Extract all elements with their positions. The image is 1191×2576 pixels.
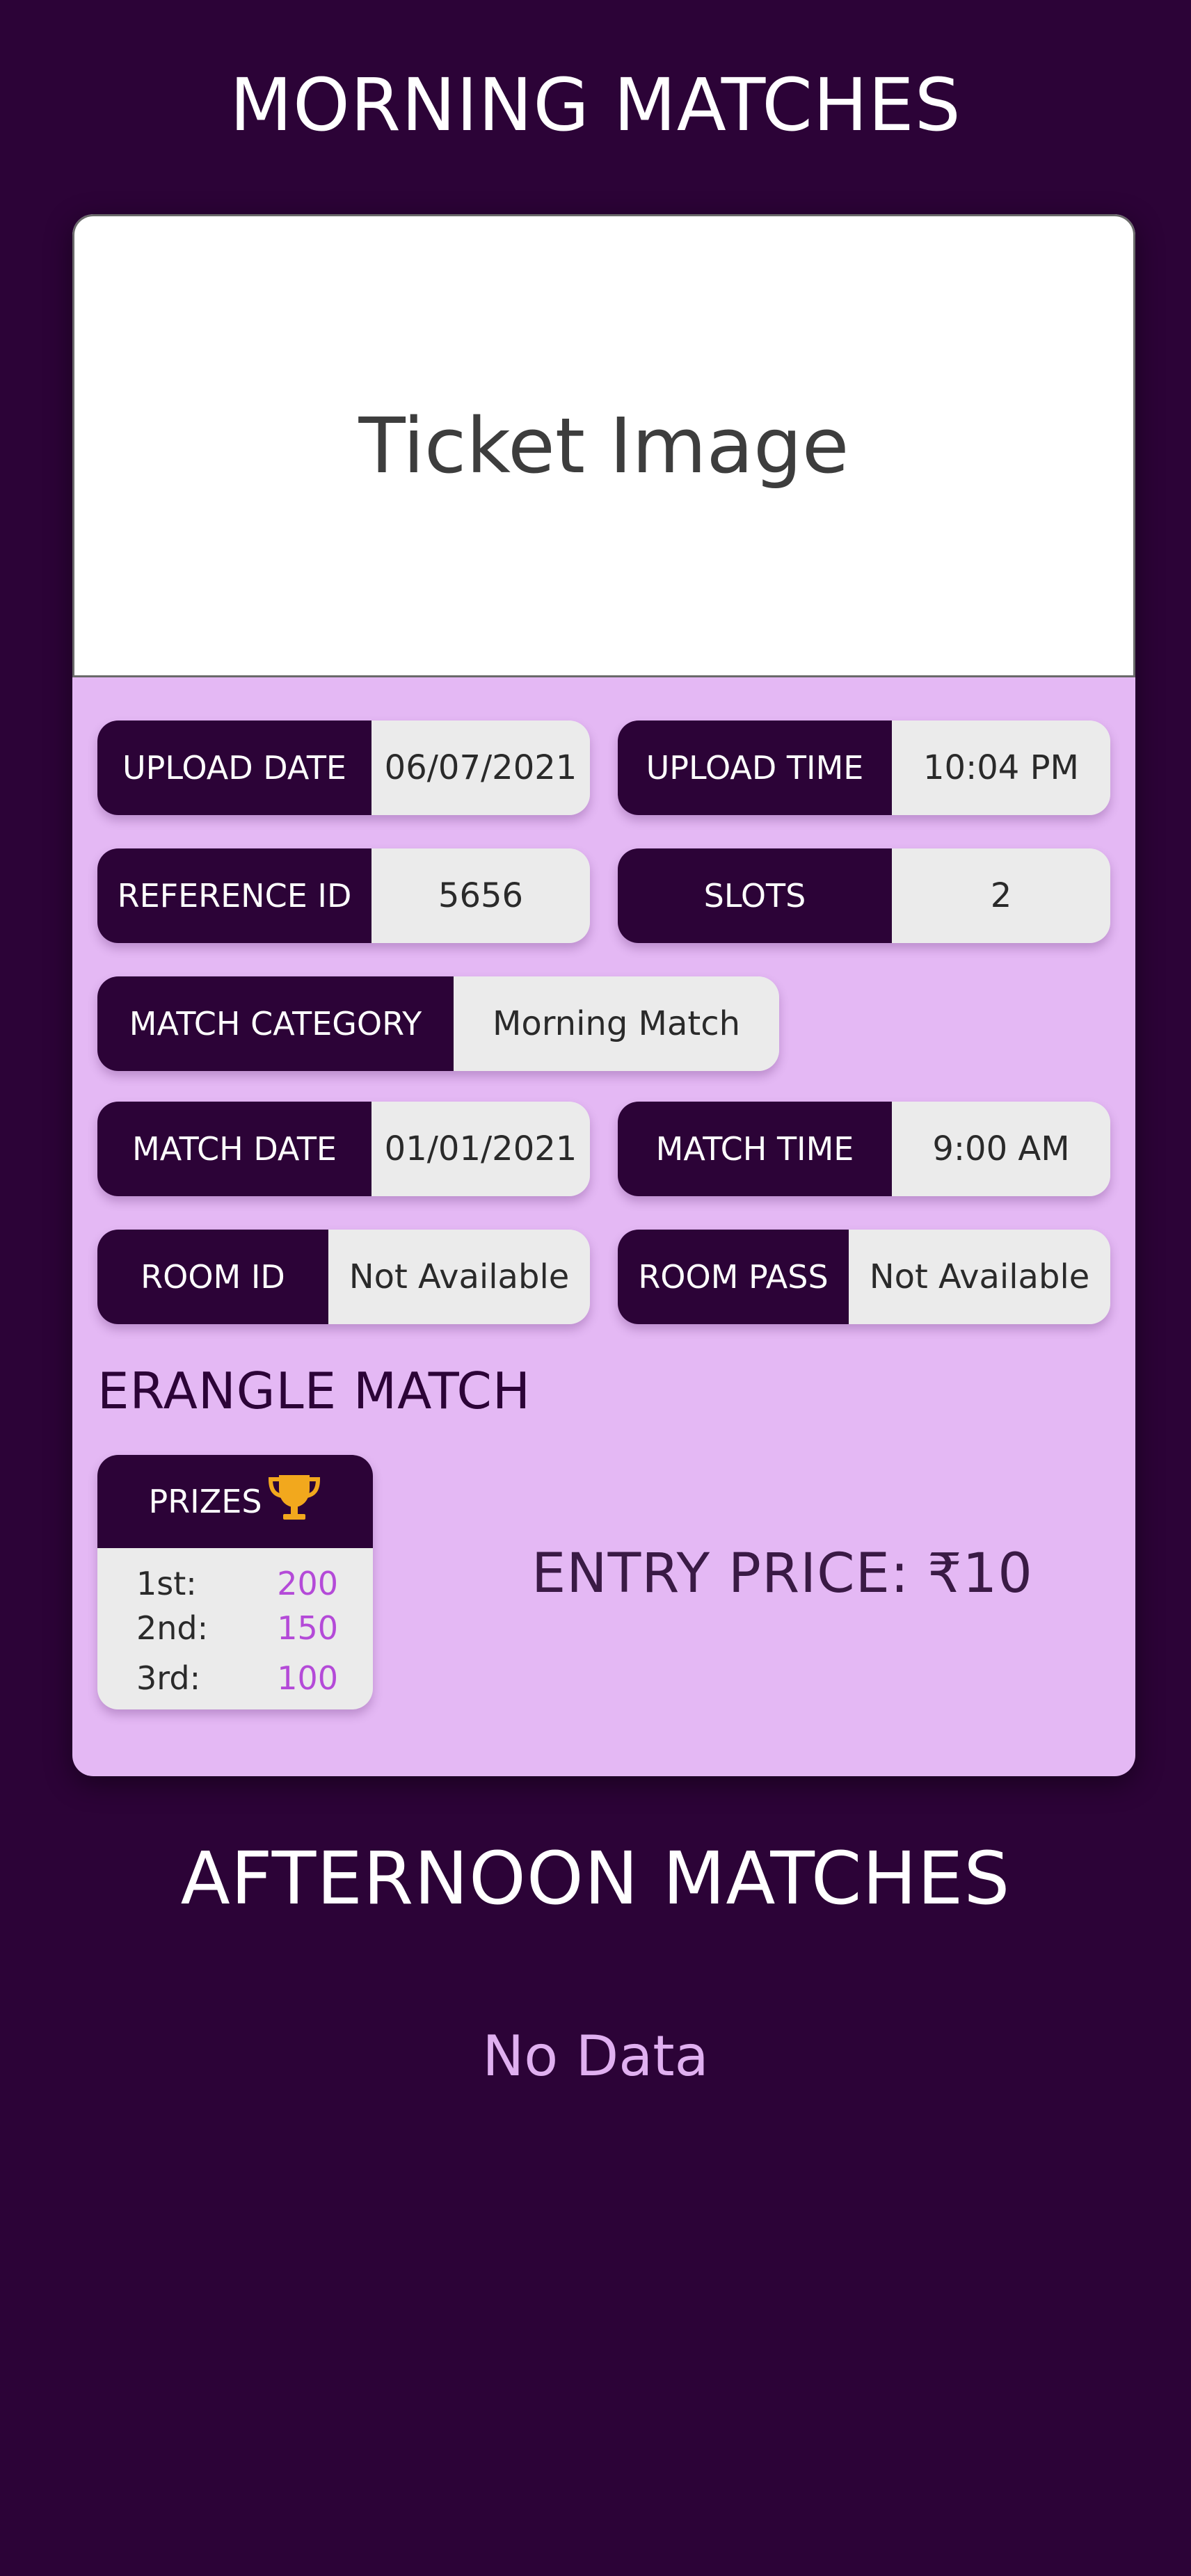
- match-category-label: MATCH CATEGORY: [97, 976, 454, 1071]
- prizes-box: PRIZES 1st: 200 2nd: 150 3rd: 100: [97, 1455, 373, 1709]
- prize-amount: 200: [277, 1565, 338, 1602]
- match-name: ERANGLE MATCH: [97, 1362, 531, 1420]
- match-date-label: MATCH DATE: [97, 1102, 371, 1196]
- room-pass-value: Not Available: [849, 1230, 1110, 1324]
- match-time-label: MATCH TIME: [618, 1102, 892, 1196]
- upload-time-field: UPLOAD TIME 10:04 PM: [618, 721, 1110, 815]
- upload-time-label: UPLOAD TIME: [618, 721, 892, 815]
- entry-price: ENTRY PRICE: ₹10: [531, 1543, 1033, 1605]
- prize-row: 2nd: 150: [136, 1609, 338, 1647]
- upload-time-value: 10:04 PM: [892, 721, 1110, 815]
- prize-place: 2nd:: [136, 1609, 209, 1647]
- match-date-field: MATCH DATE 01/01/2021: [97, 1102, 590, 1196]
- room-id-value: Not Available: [328, 1230, 590, 1324]
- prize-row: 3rd: 100: [136, 1659, 338, 1697]
- prize-row: 1st: 200: [136, 1565, 338, 1602]
- reference-id-label: REFERENCE ID: [97, 848, 371, 943]
- upload-date-field: UPLOAD DATE 06/07/2021: [97, 721, 590, 815]
- match-time-value: 9:00 AM: [892, 1102, 1110, 1196]
- match-card[interactable]: Ticket Image UPLOAD DATE 06/07/2021 UPLO…: [72, 214, 1135, 1776]
- match-category-value: Morning Match: [454, 976, 779, 1071]
- match-category-field: MATCH CATEGORY Morning Match: [97, 976, 779, 1071]
- prize-place: 1st:: [136, 1565, 197, 1602]
- afternoon-matches-title: AFTERNOON MATCHES: [180, 1836, 1011, 1921]
- prize-place: 3rd:: [136, 1659, 201, 1697]
- prizes-label: PRIZES: [148, 1483, 262, 1520]
- prize-amount: 150: [277, 1609, 338, 1647]
- morning-matches-title: MORNING MATCHES: [230, 63, 961, 147]
- prizes-header: PRIZES: [97, 1455, 373, 1548]
- no-data-text: No Data: [482, 2024, 709, 2088]
- prize-amount: 100: [277, 1659, 338, 1697]
- room-id-label: ROOM ID: [97, 1230, 328, 1324]
- trophy-icon: [266, 1472, 322, 1531]
- ticket-image[interactable]: Ticket Image: [72, 214, 1135, 677]
- room-id-field: ROOM ID Not Available: [97, 1230, 590, 1324]
- slots-field: SLOTS 2: [618, 848, 1110, 943]
- upload-date-value: 06/07/2021: [371, 721, 590, 815]
- slots-label: SLOTS: [618, 848, 892, 943]
- reference-id-field: REFERENCE ID 5656: [97, 848, 590, 943]
- ticket-image-placeholder: Ticket Image: [358, 401, 849, 490]
- match-time-field: MATCH TIME 9:00 AM: [618, 1102, 1110, 1196]
- room-pass-field: ROOM PASS Not Available: [618, 1230, 1110, 1324]
- reference-id-value: 5656: [371, 848, 590, 943]
- room-pass-label: ROOM PASS: [618, 1230, 849, 1324]
- upload-date-label: UPLOAD DATE: [97, 721, 371, 815]
- match-date-value: 01/01/2021: [371, 1102, 590, 1196]
- slots-value: 2: [892, 848, 1110, 943]
